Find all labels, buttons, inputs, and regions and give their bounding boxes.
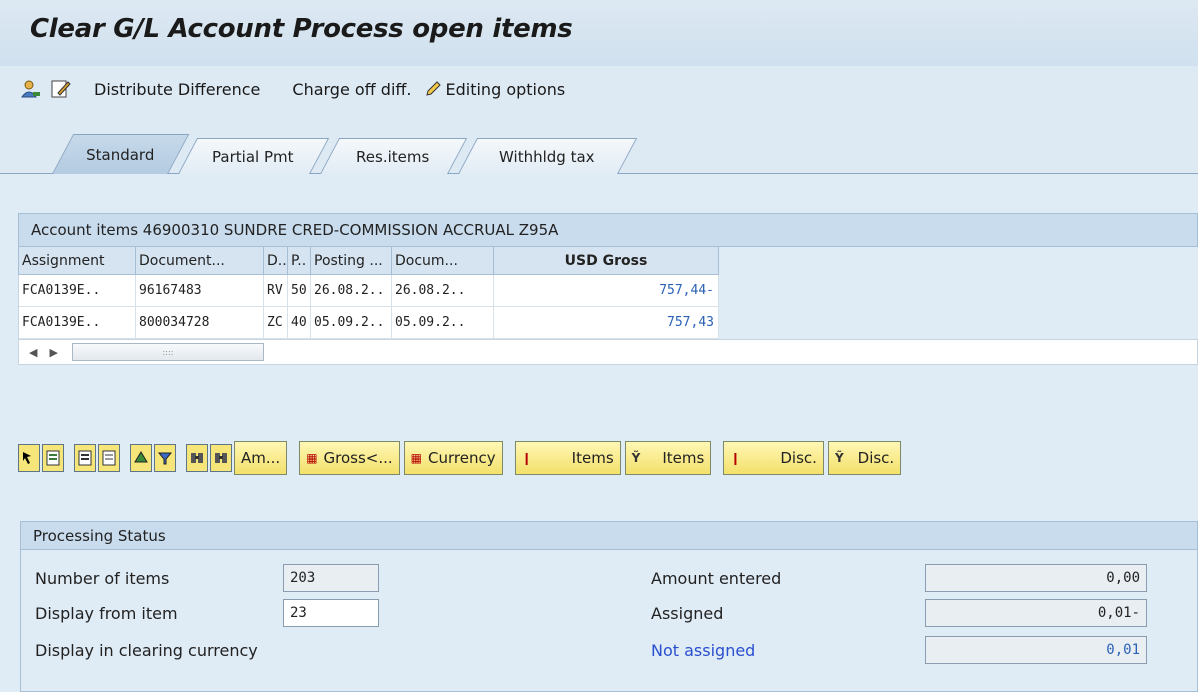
items-deactivate-label: Items [662,449,705,467]
processing-status-title: Processing Status [21,522,1197,550]
distribute-difference-button[interactable]: Distribute Difference [94,80,260,99]
editing-options-button[interactable]: Editing options [424,79,566,99]
table-row[interactable]: FCA0139E.. 800034728 ZC 40 05.09.2.. 05.… [18,307,1198,339]
cell-usd-gross[interactable]: 757,44- [494,275,719,307]
column-header-doc-type[interactable]: D.. [264,247,288,275]
column-header-document-date[interactable]: Docum... [392,247,494,275]
amount-entered-field: 0,00 [925,564,1147,592]
tab-partial-pmt[interactable]: Partial Pmt [178,138,330,174]
scroll-right-icon[interactable]: ▶ [49,346,57,359]
amount-entered-label: Amount entered [651,569,782,588]
activate-items-icon[interactable] [74,444,96,472]
grid-row-fill [719,307,1198,339]
marker-icon: ❙ [521,451,532,465]
tab-panel: Account items 46900310 SUNDRE CRED-COMMI… [0,175,1198,692]
filter-icon[interactable] [154,444,176,472]
grid-icon: ▦ [410,451,423,465]
number-of-items-field: 203 [283,564,379,592]
grid-row-fill [719,275,1198,307]
cell-posting-key[interactable]: 50 [288,275,311,307]
grid-button-bar: Am... ▦ Gross<... ▦ Currency ❙ Items Ỹ Items… [18,439,905,477]
application-toolbar: Distribute Difference Charge off diff. E… [0,66,1198,112]
tab-standard-label: Standard [86,145,155,164]
tab-strip: Standard Partial Pmt Res.items Withhldg … [0,112,1198,174]
charge-off-diff-button[interactable]: Charge off diff. [292,80,411,99]
column-header-posting-key[interactable]: P.. [288,247,311,275]
cell-document[interactable]: 800034728 [136,307,264,339]
user-settings-icon[interactable] [20,78,42,100]
gross-button-label: Gross<... [323,449,393,467]
disc-activate-label: Disc. [780,449,817,467]
editing-options-label: Editing options [445,79,566,99]
disc-activate-button[interactable]: ❙ Disc. [723,441,824,475]
cell-doc-type[interactable]: ZC [264,307,288,339]
gross-button[interactable]: ▦ Gross<... [299,441,400,475]
scroll-thumb[interactable]: :::: [71,343,264,361]
cell-document-date[interactable]: 05.09.2.. [392,307,494,339]
grid-header-fill [719,247,1198,275]
table-row[interactable]: FCA0139E.. 96167483 RV 50 26.08.2.. 26.0… [18,275,1198,307]
assigned-field: 0,01- [925,599,1147,627]
not-assigned-label: Not assigned [651,641,756,660]
currency-button[interactable]: ▦ Currency [403,441,503,475]
processing-status-group: Processing Status Number of items 203 Di… [20,521,1198,692]
disc-deactivate-button[interactable]: Ỹ Disc. [827,441,902,475]
column-header-document[interactable]: Document... [136,247,264,275]
amount-button[interactable]: Am... [234,441,288,475]
pencil-icon [425,81,441,96]
grid-icon: ▦ [306,451,318,465]
cell-doc-type[interactable]: RV [264,275,288,307]
grid-header: Assignment Document... D.. P.. Posting .… [18,247,1198,275]
cell-posting-date[interactable]: 05.09.2.. [311,307,392,339]
cell-document-date[interactable]: 26.08.2.. [392,275,494,307]
grid-title: Account items 46900310 SUNDRE CRED-COMMI… [18,213,1198,247]
not-assigned-field: 0,01 [925,636,1147,664]
cell-assignment[interactable]: FCA0139E.. [19,307,136,339]
display-from-item-input[interactable]: 23 [283,599,379,627]
account-items-grid: Account items 46900310 SUNDRE CRED-COMMI… [18,213,1198,365]
find-next-icon[interactable] [210,444,232,472]
currency-button-label: Currency [428,449,496,467]
number-of-items-label: Number of items [35,569,170,588]
tab-res-items[interactable]: Res.items [320,138,468,174]
items-deactivate-button[interactable]: Ỹ Items [624,441,712,475]
find-icon[interactable] [186,444,208,472]
tab-withhldg-tax-label: Withhldg tax [499,147,596,166]
deactivate-items-icon[interactable] [98,444,120,472]
cell-document[interactable]: 96167483 [136,275,264,307]
sort-icon[interactable] [130,444,152,472]
items-activate-button[interactable]: ❙ Items [514,441,621,475]
marker-off-icon: Ỹ [631,451,641,465]
tab-partial-pmt-label: Partial Pmt [212,147,295,166]
tab-res-items-label: Res.items [356,147,430,166]
assigned-label: Assigned [651,604,724,623]
horizontal-scrollbar[interactable]: ◀ ▶ :::: [18,339,1198,365]
display-from-item-label: Display from item [35,604,178,623]
tab-standard[interactable]: Standard [52,134,190,174]
column-header-usd-gross[interactable]: USD Gross [494,247,719,275]
column-header-assignment[interactable]: Assignment [19,247,136,275]
edit-icon[interactable] [50,78,72,100]
cell-posting-date[interactable]: 26.08.2.. [311,275,392,307]
scroll-left-icon[interactable]: ◀ [29,346,37,359]
cell-posting-key[interactable]: 40 [288,307,311,339]
select-detail-icon[interactable] [18,444,40,472]
items-activate-label: Items [571,449,614,467]
cell-assignment[interactable]: FCA0139E.. [19,275,136,307]
display-in-clearing-currency-label[interactable]: Display in clearing currency [35,641,258,660]
select-all-icon[interactable] [42,444,64,472]
disc-deactivate-label: Disc. [857,449,895,467]
column-header-posting-date[interactable]: Posting ... [311,247,392,275]
marker-off-icon: Ỹ [834,451,844,465]
page-title: Clear G/L Account Process open items [30,14,573,44]
title-bar: Clear G/L Account Process open items [0,0,1198,66]
marker-icon: ❙ [730,451,741,465]
tab-withhldg-tax[interactable]: Withhldg tax [458,138,638,174]
cell-usd-gross[interactable]: 757,43 [494,307,719,339]
